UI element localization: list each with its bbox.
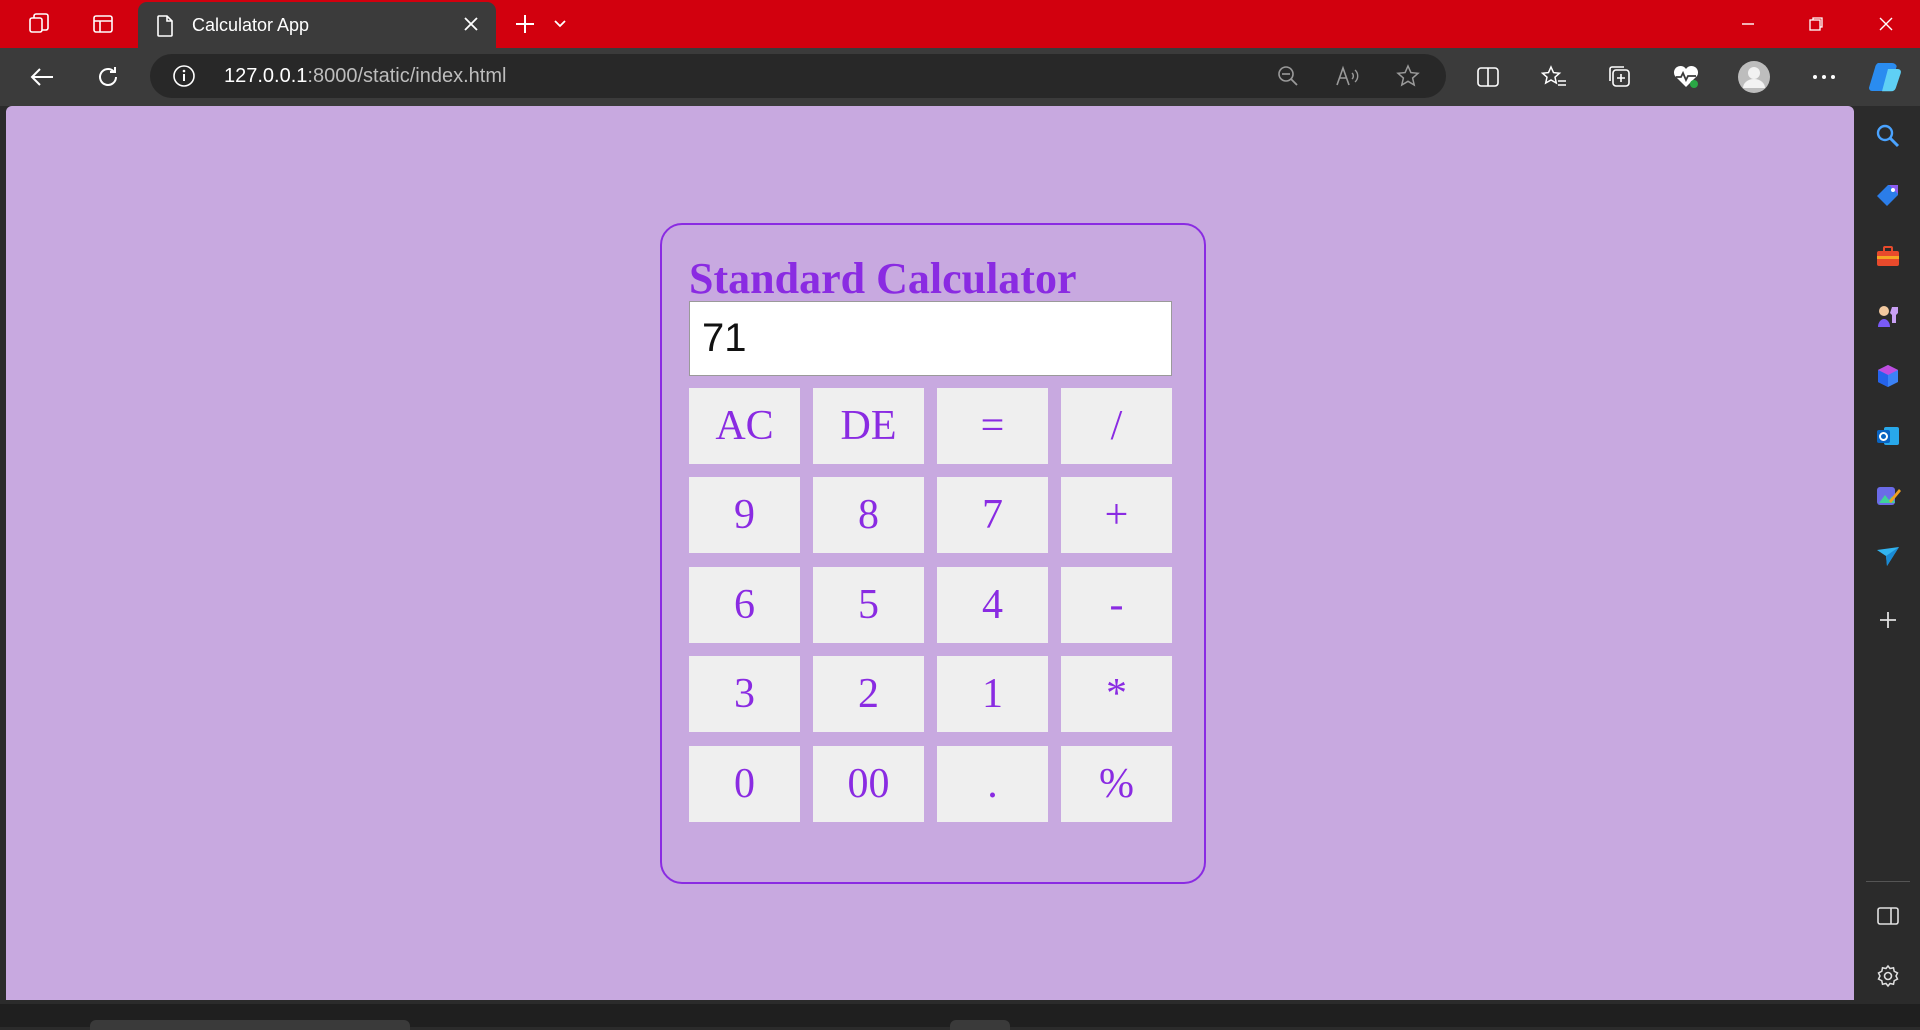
- search-icon[interactable]: [1868, 116, 1908, 156]
- key-8[interactable]: 8: [813, 477, 924, 553]
- key-multiply[interactable]: *: [1061, 656, 1172, 732]
- more-icon[interactable]: [1800, 48, 1848, 106]
- key-7[interactable]: 7: [937, 477, 1048, 553]
- split-screen-icon[interactable]: [1464, 48, 1512, 106]
- tab-actions-icon[interactable]: [86, 0, 120, 48]
- key-minus[interactable]: -: [1061, 567, 1172, 643]
- url-host: 127.0.0.1: [224, 65, 308, 87]
- key-percent[interactable]: %: [1061, 746, 1172, 822]
- copilot-icon[interactable]: [1862, 48, 1910, 106]
- window-close-icon[interactable]: [1852, 0, 1920, 48]
- favorites-icon[interactable]: [1530, 48, 1578, 106]
- browser-toolbar: 127.0.0.1:8000/static/index.html: [0, 48, 1920, 106]
- tools-icon[interactable]: [1868, 236, 1908, 276]
- outlook-icon[interactable]: [1868, 416, 1908, 456]
- key-divide[interactable]: /: [1061, 388, 1172, 464]
- workspaces-icon[interactable]: [22, 0, 56, 48]
- collections-icon[interactable]: [1596, 48, 1644, 106]
- zoom-out-icon[interactable]: [1266, 54, 1310, 98]
- page-viewport: Standard Calculator AC DE = / 9 8 7 + 6 …: [6, 106, 1854, 1000]
- sidebar-toggle-icon[interactable]: [1868, 896, 1908, 936]
- add-icon[interactable]: [1868, 600, 1908, 640]
- tab-list-icon[interactable]: [548, 0, 572, 48]
- key-1[interactable]: 1: [937, 656, 1048, 732]
- calculator-card: Standard Calculator AC DE = / 9 8 7 + 6 …: [660, 223, 1206, 884]
- taskbar: [0, 1004, 1920, 1030]
- key-00[interactable]: 00: [813, 746, 924, 822]
- back-icon[interactable]: [18, 48, 66, 106]
- key-0[interactable]: 0: [689, 746, 800, 822]
- restore-icon[interactable]: [1782, 0, 1850, 48]
- key-de[interactable]: DE: [813, 388, 924, 464]
- browser-titlebar: Calculator App: [0, 0, 1920, 48]
- refresh-icon[interactable]: [84, 48, 132, 106]
- key-4[interactable]: 4: [937, 567, 1048, 643]
- url-text[interactable]: 127.0.0.1:8000/static/index.html: [224, 65, 506, 88]
- designer-icon[interactable]: [1868, 476, 1908, 516]
- profile-icon[interactable]: [1730, 48, 1778, 106]
- taskbar-search[interactable]: [90, 1020, 410, 1030]
- key-2[interactable]: 2: [813, 656, 924, 732]
- info-icon[interactable]: [172, 64, 196, 88]
- calculator-title: Standard Calculator: [689, 254, 1077, 303]
- tab-calculator-app[interactable]: Calculator App: [138, 2, 496, 48]
- browser-essentials-icon[interactable]: [1662, 48, 1710, 106]
- games-icon[interactable]: [1868, 296, 1908, 336]
- new-tab-icon[interactable]: [508, 0, 542, 48]
- settings-icon[interactable]: [1868, 956, 1908, 996]
- favorite-star-icon[interactable]: [1386, 54, 1430, 98]
- office-icon[interactable]: [1868, 356, 1908, 396]
- url-path: :8000/static/index.html: [307, 65, 507, 87]
- send-icon[interactable]: [1868, 536, 1908, 576]
- calculator-display[interactable]: [689, 301, 1172, 376]
- key-9[interactable]: 9: [689, 477, 800, 553]
- key-6[interactable]: 6: [689, 567, 800, 643]
- read-aloud-icon[interactable]: [1326, 54, 1370, 98]
- key-plus[interactable]: +: [1061, 477, 1172, 553]
- file-icon: [156, 15, 174, 42]
- address-bar[interactable]: 127.0.0.1:8000/static/index.html: [150, 54, 1446, 98]
- key-ac[interactable]: AC: [689, 388, 800, 464]
- key-equals[interactable]: =: [937, 388, 1048, 464]
- tab-title: Calculator App: [192, 15, 310, 35]
- close-icon[interactable]: [460, 13, 482, 35]
- key-5[interactable]: 5: [813, 567, 924, 643]
- browser-sidebar: [1856, 106, 1920, 1027]
- minimize-icon[interactable]: [1714, 0, 1782, 48]
- key-3[interactable]: 3: [689, 656, 800, 732]
- key-decimal[interactable]: .: [937, 746, 1048, 822]
- sidebar-divider: [1866, 881, 1910, 882]
- shopping-tag-icon[interactable]: [1868, 176, 1908, 216]
- taskbar-app[interactable]: [950, 1020, 1010, 1030]
